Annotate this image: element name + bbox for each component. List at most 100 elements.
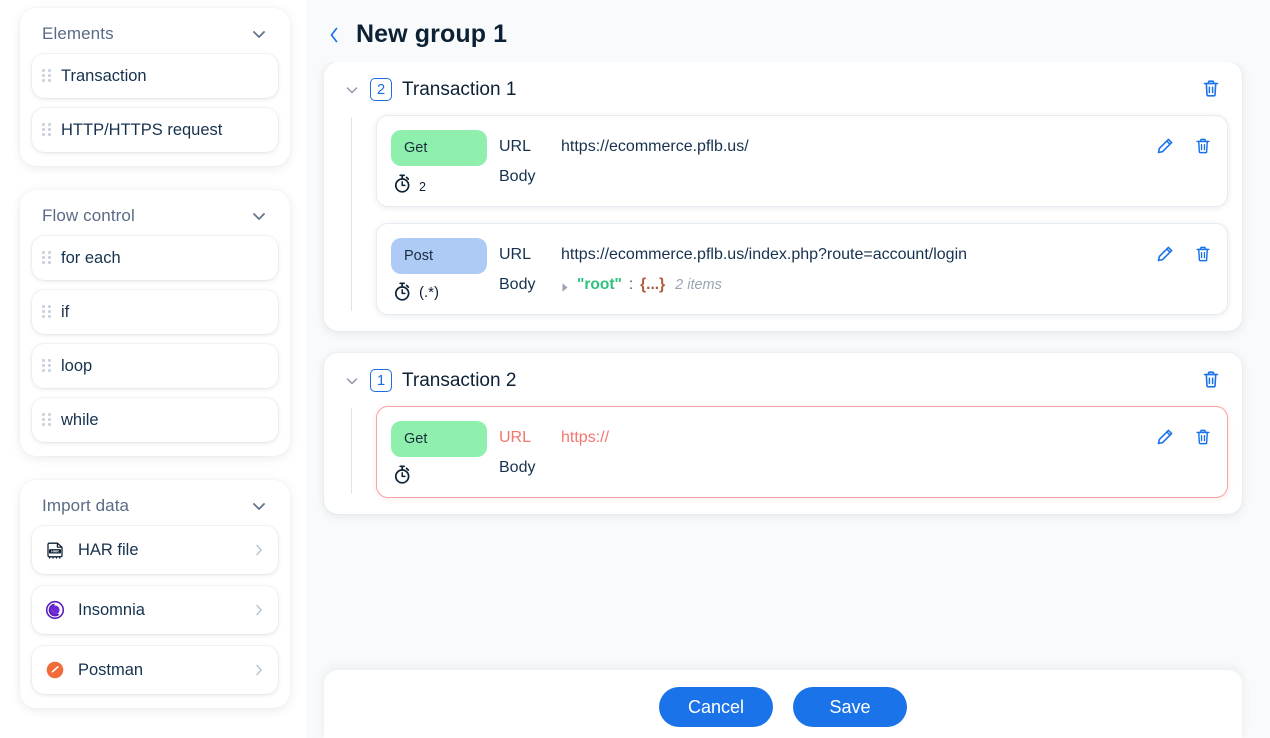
sidebar-item-label: while	[61, 410, 99, 429]
sidebar-item-label: for each	[61, 248, 121, 267]
request-body-label: Body	[499, 276, 536, 293]
request-delete-icon[interactable]	[1193, 244, 1213, 269]
drag-handle-icon[interactable]	[42, 251, 51, 265]
json-item-count: 2 items	[675, 277, 722, 293]
request-body-json[interactable]: "root" : {...} 2 items	[561, 276, 722, 294]
postman-icon	[44, 659, 66, 681]
request-fields: URL https:// Body	[499, 419, 1141, 483]
chevron-right-icon[interactable]	[252, 663, 266, 677]
request-url-value: https://ecommerce.pflb.us/	[561, 138, 749, 155]
request-actions	[1155, 236, 1213, 269]
sidebar-item-loop[interactable]: loop	[32, 344, 278, 388]
sidebar-item-if[interactable]: if	[32, 290, 278, 334]
json-root-key: "root"	[577, 276, 622, 293]
sidebar-item-for-each[interactable]: for each	[32, 236, 278, 280]
request-delete-icon[interactable]	[1193, 427, 1213, 452]
main-content: New group 1 2 Transaction 1 Get 2 URL ht…	[306, 0, 1270, 738]
request-timer: 2	[391, 172, 499, 194]
request-url-row: URL https://	[499, 423, 1141, 453]
transaction-count-badge: 2	[370, 78, 392, 101]
import-item-postman[interactable]: Postman	[32, 646, 278, 694]
sidebar-section-title: Import data	[42, 496, 130, 515]
request-timer: (.*)	[391, 280, 499, 302]
triangle-right-icon[interactable]	[561, 280, 570, 292]
sidebar-section-import-data: Import data HAR HAR file Insomnia Postma…	[20, 480, 290, 708]
request-edit-icon[interactable]	[1155, 427, 1175, 452]
request-row[interactable]: Get	[376, 115, 1228, 207]
chevron-down-icon[interactable]	[250, 25, 268, 43]
request-row[interactable]: Get	[376, 406, 1228, 498]
drag-handle-icon[interactable]	[42, 359, 51, 373]
request-url-value: https://	[561, 429, 610, 446]
transaction-requests: Get	[338, 406, 1228, 498]
transaction-name: Transaction 1	[402, 78, 517, 100]
transaction-card: 2 Transaction 1 Get 2 URL https://ecomme…	[324, 62, 1242, 331]
request-method-area: Get	[391, 128, 499, 194]
request-url-row: URL https://ecommerce.pflb.us/index.php?…	[499, 240, 1141, 270]
transaction-header: 2 Transaction 1	[338, 74, 1228, 107]
sidebar-item-transaction[interactable]: Transaction	[32, 54, 278, 98]
insomnia-icon	[44, 599, 66, 621]
import-item-insomnia[interactable]: Insomnia	[32, 586, 278, 634]
request-method-area: Get	[391, 419, 499, 485]
sidebar-section-import-data-header[interactable]: Import data	[32, 490, 278, 526]
request-body-row: Body	[499, 453, 1141, 483]
drag-handle-icon[interactable]	[42, 413, 51, 427]
sidebar-section-title: Flow control	[42, 206, 135, 225]
drag-handle-icon[interactable]	[42, 69, 51, 83]
chevron-right-icon[interactable]	[252, 603, 266, 617]
sidebar-section-flow-control-header[interactable]: Flow control	[32, 200, 278, 236]
cancel-button[interactable]: Cancel	[659, 687, 773, 727]
request-body-row: Body	[499, 162, 1141, 192]
sidebar: Elements Transaction HTTP/HTTPS request …	[0, 0, 306, 738]
request-url-value: https://ecommerce.pflb.us/index.php?rout…	[561, 246, 968, 263]
chevron-down-icon[interactable]	[344, 373, 360, 389]
request-method-badge: Get	[391, 130, 487, 166]
drag-handle-icon[interactable]	[42, 305, 51, 319]
request-method-area: Post (.*)	[391, 236, 499, 302]
chevron-down-icon[interactable]	[344, 82, 360, 98]
json-braces: {...}	[640, 276, 666, 293]
chevron-right-icon[interactable]	[252, 543, 266, 557]
transaction-delete-icon[interactable]	[1200, 77, 1222, 104]
request-edit-icon[interactable]	[1155, 136, 1175, 161]
request-url-row: URL https://ecommerce.pflb.us/	[499, 132, 1141, 162]
request-actions	[1155, 419, 1213, 452]
request-actions	[1155, 128, 1213, 161]
transaction-rail	[351, 408, 352, 494]
request-delete-icon[interactable]	[1193, 136, 1213, 161]
app-root: Elements Transaction HTTP/HTTPS request …	[0, 0, 1270, 738]
request-fields: URL https://ecommerce.pflb.us/ Body	[499, 128, 1141, 192]
request-edit-icon[interactable]	[1155, 244, 1175, 269]
request-body-row: Body "root" : {...} 2 items	[499, 270, 1141, 300]
request-body-label: Body	[499, 168, 536, 185]
sidebar-item-while[interactable]: while	[32, 398, 278, 442]
chevron-down-icon[interactable]	[250, 497, 268, 515]
sidebar-section-flow-control: Flow control for each if loop while	[20, 190, 290, 456]
request-timer	[391, 463, 499, 485]
svg-text:HAR: HAR	[51, 550, 59, 554]
transaction-header: 1 Transaction 2	[338, 365, 1228, 398]
json-colon: :	[628, 276, 634, 293]
import-item-har-file[interactable]: HAR HAR file	[32, 526, 278, 574]
page-header: New group 1	[306, 0, 1270, 63]
transaction-delete-icon[interactable]	[1200, 368, 1222, 395]
timer-icon	[393, 464, 412, 485]
import-item-label: Postman	[78, 660, 144, 679]
request-row[interactable]: Post (.*) URL https://ecommerce.pflb.us/…	[376, 223, 1228, 315]
sidebar-item-label: if	[61, 302, 70, 321]
sidebar-section-title: Elements	[42, 24, 114, 43]
request-method-badge: Post	[391, 238, 487, 274]
transaction-rail	[351, 117, 352, 311]
transaction-card: 1 Transaction 2 Get URL https:// Body	[324, 353, 1242, 514]
sidebar-item-http-request[interactable]: HTTP/HTTPS request	[32, 108, 278, 152]
timer-icon	[393, 281, 412, 302]
sidebar-section-elements-header[interactable]: Elements	[32, 18, 278, 54]
chevron-down-icon[interactable]	[250, 207, 268, 225]
transaction-requests: Get	[338, 115, 1228, 315]
chevron-left-icon[interactable]	[324, 21, 344, 49]
footer-actions: Cancel Save	[324, 670, 1242, 738]
transaction-count-badge: 1	[370, 369, 392, 392]
save-button[interactable]: Save	[793, 687, 907, 727]
drag-handle-icon[interactable]	[42, 123, 51, 137]
